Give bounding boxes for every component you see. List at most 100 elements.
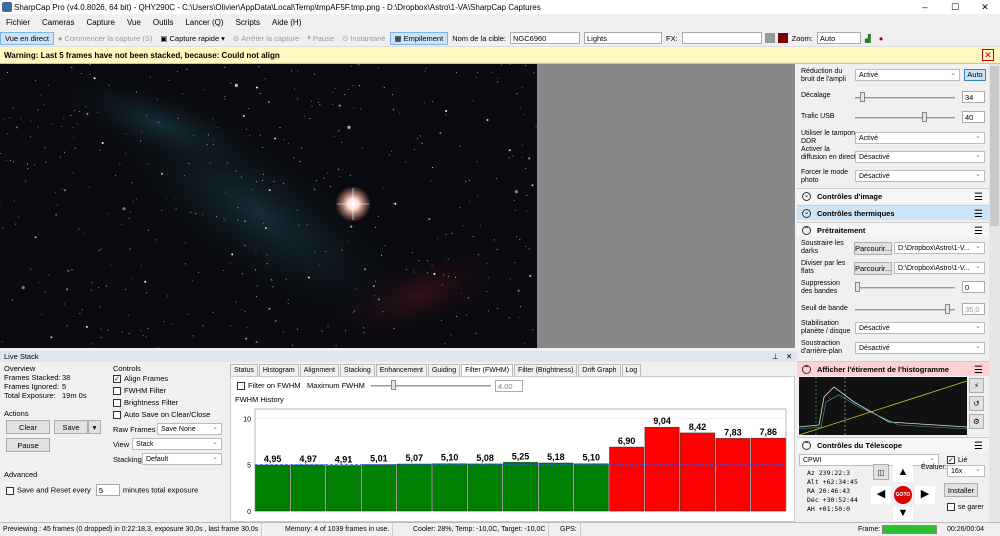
tab-histogram[interactable]: Histogram	[258, 364, 299, 376]
histogram-stretch-header[interactable]: ⌃ Afficher l'étirement de l'histogramme ☰	[797, 361, 989, 376]
pause-button[interactable]: ⏸ Pause	[303, 32, 338, 44]
tab-guiding[interactable]: Guiding	[427, 364, 461, 376]
image-controls-header[interactable]: ⌄ Contrôles d'image ☰	[797, 188, 989, 203]
noise-auto-button[interactable]: Auto	[964, 69, 986, 81]
hamburger-icon[interactable]: ☰	[974, 363, 983, 378]
max-fwhm-slider[interactable]	[371, 385, 491, 387]
color-swatch-red[interactable]	[777, 33, 788, 43]
hamburger-icon[interactable]: ☰	[974, 207, 983, 222]
pin-icon[interactable]: ⊥	[772, 351, 779, 362]
start-capture-button[interactable]: ● Commencer la capture (S)	[54, 33, 156, 44]
goto-stop-button[interactable]: GOTO	[894, 486, 912, 504]
preprocessing-header[interactable]: ⌃ Prétraitement ☰	[797, 222, 989, 237]
banding-slider-thumb[interactable]	[855, 282, 860, 292]
fx-select[interactable]	[681, 32, 762, 44]
maximize-button[interactable]: ☐	[940, 0, 970, 14]
menu-capture[interactable]: Capture	[80, 18, 120, 27]
usb-slider[interactable]	[855, 117, 955, 119]
photo-mode-select[interactable]: Désactivé	[855, 169, 985, 182]
spiral-search-icon[interactable]: ◫	[873, 464, 889, 480]
align-frames-row[interactable]: ✓ Align Frames	[113, 373, 228, 385]
close-warning-icon[interactable]: ✕	[982, 49, 994, 61]
stop-capture-button[interactable]: ⊘ Arrêter la capture	[229, 33, 303, 44]
flats-browse-button[interactable]: Parcourir...	[854, 262, 892, 275]
install-button[interactable]: Installer	[944, 483, 978, 497]
save-reset-checkbox[interactable]	[6, 486, 14, 495]
slew-north-button[interactable]: ▲	[893, 464, 913, 482]
clear-button[interactable]: Clear	[6, 420, 50, 434]
menu-aide[interactable]: Aide (H)	[266, 18, 307, 27]
pause-stack-button[interactable]: Pause	[6, 438, 50, 452]
minimize-button[interactable]: –	[910, 0, 940, 14]
tab-stacking[interactable]: Stacking	[339, 364, 375, 376]
target-name-input[interactable]: NGC6960	[509, 32, 580, 44]
scrollbar-thumb[interactable]	[990, 66, 999, 226]
banding-input[interactable]: 0	[962, 281, 985, 293]
darks-browse-button[interactable]: Parcourir...	[854, 242, 892, 255]
save-button[interactable]: Save	[54, 420, 88, 434]
park-checkbox[interactable]: se garer	[947, 503, 987, 512]
offset-slider[interactable]	[855, 97, 955, 99]
menu-fichier[interactable]: Fichier	[0, 18, 36, 27]
close-button[interactable]: ✕	[970, 0, 1000, 14]
brightness-filter-row[interactable]: Brightness Filter	[113, 397, 228, 409]
flats-path-select[interactable]: D:\Dropbox\Astro\1-V...	[894, 261, 985, 274]
reticle-icon[interactable]: ●	[875, 33, 888, 44]
histogram-graph[interactable]	[798, 377, 968, 436]
slew-south-button[interactable]: ▼	[893, 507, 913, 521]
noise-select[interactable]: Activé	[855, 68, 960, 81]
max-fwhm-thumb[interactable]	[391, 380, 396, 390]
menu-vue[interactable]: Vue	[121, 18, 147, 27]
zoom-select[interactable]: Auto	[816, 32, 861, 44]
tab-drift-graph[interactable]: Drift Graph	[578, 364, 621, 376]
darks-path-select[interactable]: D:\Dropbox\Astro\1-V...	[894, 241, 985, 254]
band-threshold-input[interactable]: 35,0	[962, 303, 985, 315]
raw-frames-select[interactable]: Save None	[157, 422, 222, 435]
frame-type-select[interactable]: Lights	[583, 32, 662, 44]
tab-status[interactable]: Status	[230, 364, 258, 376]
banding-slider[interactable]	[855, 287, 955, 289]
stabilization-select[interactable]: Désactivé	[855, 321, 985, 334]
tab-alignment[interactable]: Alignment	[299, 364, 339, 376]
background-select[interactable]: Désactivé	[855, 341, 985, 354]
offset-slider-thumb[interactable]	[860, 92, 865, 102]
ddr-select[interactable]: Activé	[855, 131, 985, 144]
menu-cameras[interactable]: Cameras	[36, 18, 80, 27]
snapshot-button[interactable]: ⊙ Instantané	[338, 33, 389, 44]
right-panel-scrollbar[interactable]	[989, 64, 1000, 522]
view-select[interactable]: Stack	[132, 437, 222, 450]
save-reset-input[interactable]: 5	[95, 484, 120, 496]
tab-enhancement[interactable]: Enhancement	[375, 364, 427, 376]
slew-east-button[interactable]: ▶	[915, 486, 935, 504]
max-fwhm-input[interactable]: 4.00	[495, 380, 523, 392]
usb-slider-thumb[interactable]	[922, 112, 927, 122]
close-panel-icon[interactable]: ✕	[786, 351, 792, 362]
color-swatch-grey[interactable]	[764, 33, 775, 43]
auto-stretch-icon[interactable]: ⚡	[969, 378, 984, 393]
evaluate-select[interactable]: 16x	[947, 464, 985, 477]
thermal-controls-header[interactable]: ⌄ Contrôles thermiques ☰	[797, 205, 989, 220]
offset-input[interactable]: 34	[962, 91, 985, 103]
quick-capture-button[interactable]: ▣ Capture rapide ▾	[156, 33, 228, 44]
tab-filter-fwhm[interactable]: Filter (FWHM)	[461, 364, 514, 376]
slew-west-button[interactable]: ◀	[871, 486, 891, 504]
menu-outils[interactable]: Outils	[147, 18, 179, 27]
tab-log[interactable]: Log	[621, 364, 642, 376]
diffusion-select[interactable]: Désactivé	[855, 150, 985, 163]
filter-fwhm-row[interactable]: Filter on FWHM	[237, 381, 301, 391]
stack-button[interactable]: ▦ Empilement	[389, 31, 449, 45]
hamburger-icon[interactable]: ☰	[974, 190, 983, 205]
fwhm-filter-row[interactable]: FWHM Filter	[113, 385, 228, 397]
stacking-select[interactable]: Default	[142, 452, 222, 465]
hamburger-icon[interactable]: ☰	[974, 224, 983, 239]
menu-lancer[interactable]: Lancer (Q)	[179, 18, 229, 27]
band-threshold-slider[interactable]	[855, 309, 955, 311]
live-view-button[interactable]: Vue en direct	[0, 31, 54, 45]
histogram-icon[interactable]: ▟	[861, 33, 875, 44]
reset-icon[interactable]: ↺	[969, 396, 984, 411]
tab-filter-brightness[interactable]: Filter (Brightness)	[514, 364, 578, 376]
linked-checkbox[interactable]: ✓ Lié	[947, 456, 987, 465]
usb-input[interactable]: 40	[962, 111, 985, 123]
hamburger-icon[interactable]: ☰	[974, 439, 983, 454]
settings-icon[interactable]: ⚙	[969, 414, 984, 429]
